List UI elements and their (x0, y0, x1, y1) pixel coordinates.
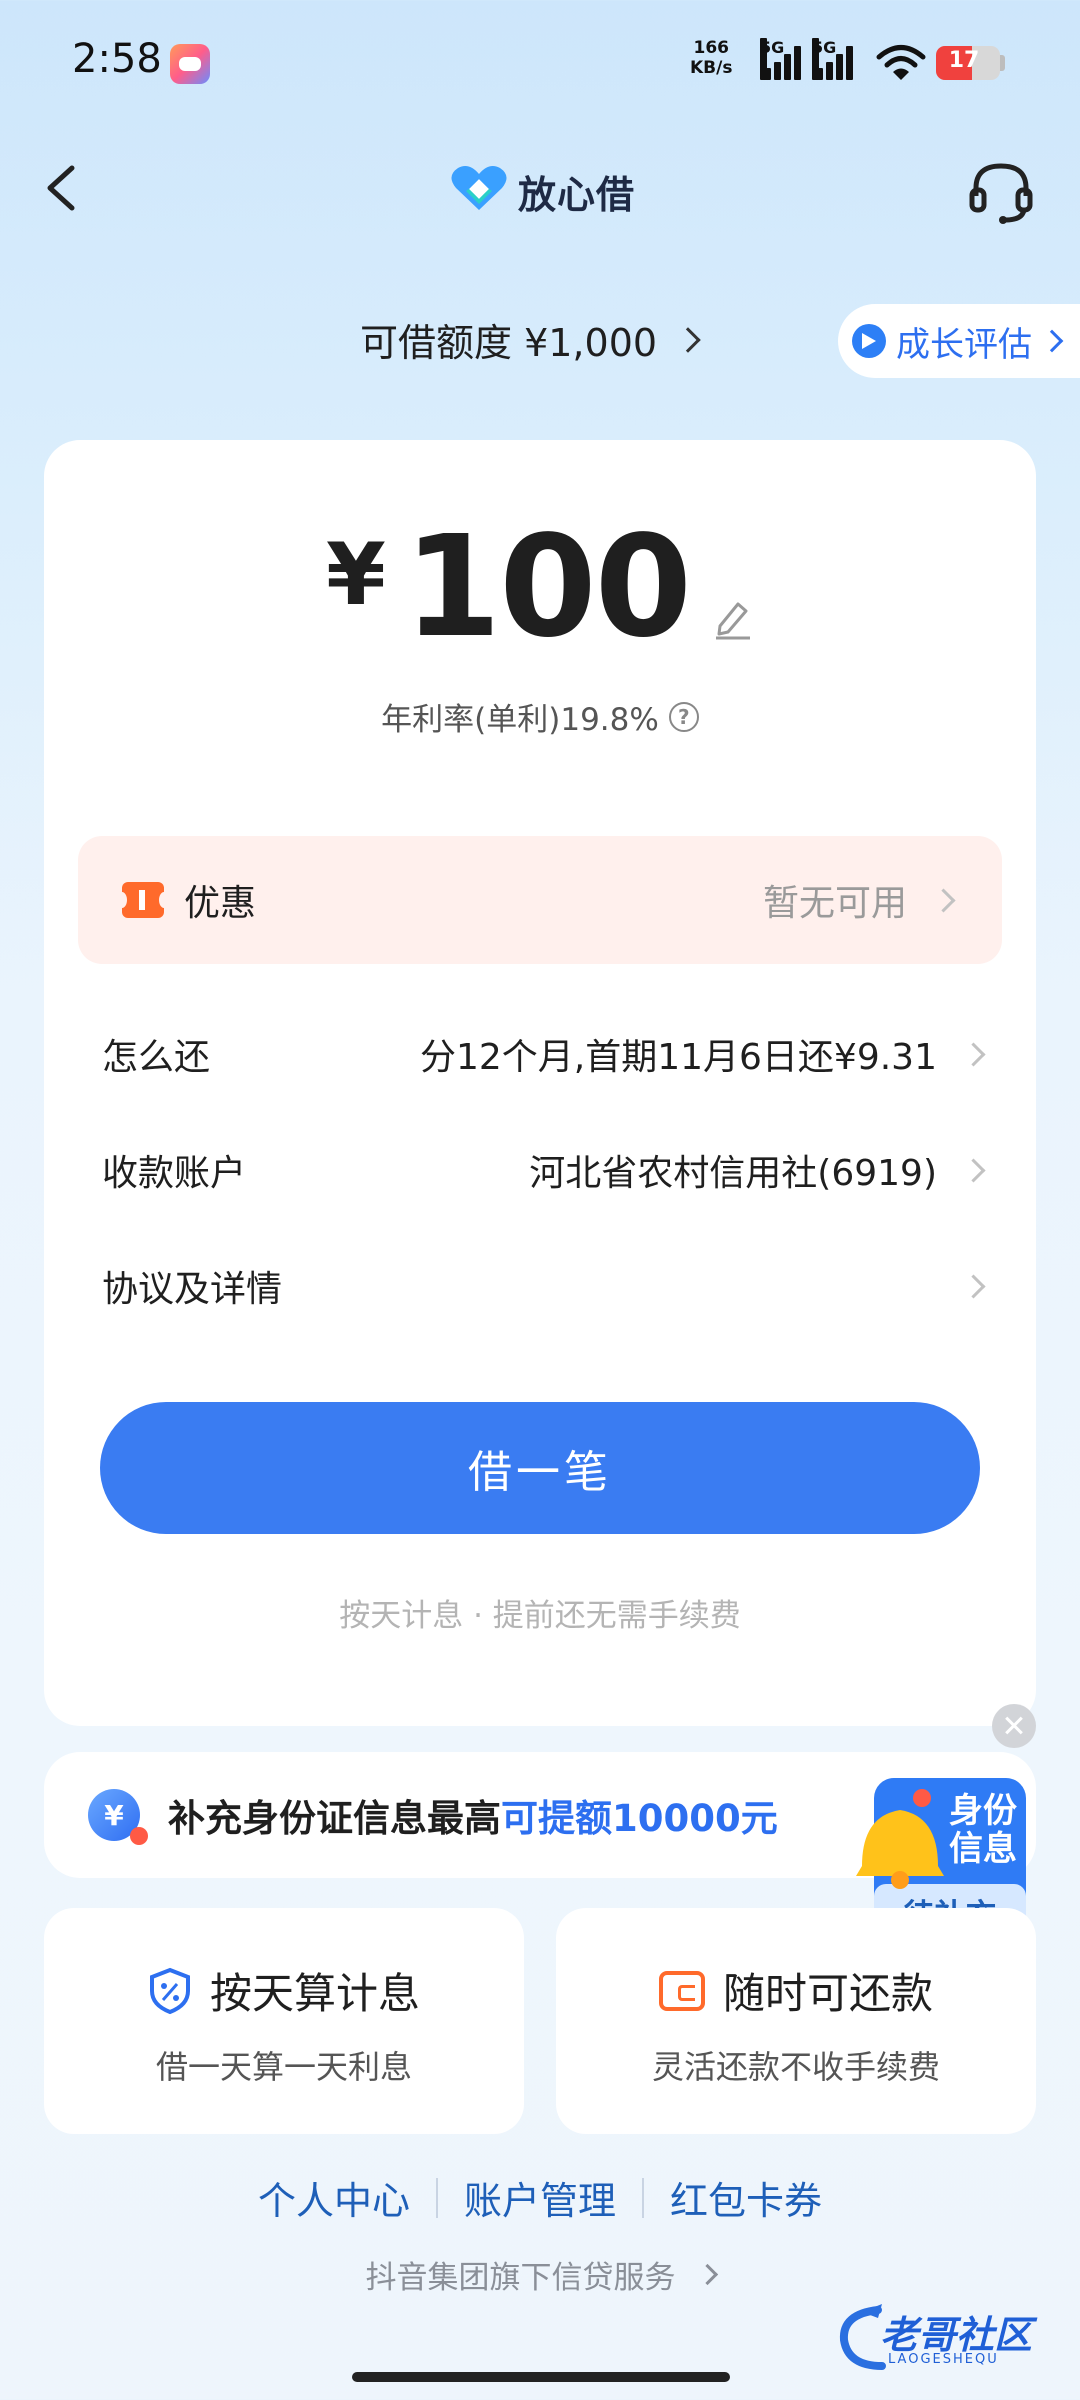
divider (435, 2177, 438, 2218)
brand-name: 放心借 (518, 173, 636, 217)
close-banner-button[interactable] (992, 1704, 1036, 1748)
yen-coin-icon: ¥ (88, 1789, 148, 1845)
repayment-plan-row[interactable]: 怎么还 分12个月,首期11月6日还¥9.31 (102, 1014, 986, 1094)
battery-icon: 17 (936, 46, 1000, 80)
id-banner-text: 补充身份证信息最高可提额10000元 (168, 1788, 778, 1842)
interest-rate-row: 年利率(单利)19.8% ? (44, 694, 1036, 739)
currency-symbol: ¥ (325, 525, 386, 625)
feature-title: 随时可还款 (722, 1969, 933, 2018)
battery-tip (1000, 55, 1005, 71)
game-app-icon (170, 44, 210, 84)
row-label: 协议及详情 (102, 1269, 283, 1310)
headset-icon[interactable] (966, 156, 1036, 226)
chevron-right-icon (961, 1157, 986, 1183)
watermark-text: 老哥社区 (880, 2313, 1033, 2357)
feature-subtitle: 借一天算一天利息 (155, 2048, 412, 2086)
growth-assessment-button[interactable]: 成长评估 (838, 304, 1080, 378)
promo-value: 暂无可用 (762, 883, 907, 924)
battery-level: 17 (948, 48, 980, 73)
watermark-logo: 老哥社区 LAOGESHEQU (838, 2300, 1064, 2376)
feature-subtitle: 灵活还款不收手续费 (651, 2048, 940, 2086)
borrow-button[interactable]: 借一笔 (100, 1402, 980, 1534)
credit-limit-text: 可借额度 ¥1,000 (360, 321, 658, 365)
receiving-account-row[interactable]: 收款账户 河北省农村信用社(6919) (102, 1130, 986, 1210)
id-banner-highlight: 可提额10000元 (501, 1797, 778, 1840)
coupons-link[interactable]: 红包卡券 (670, 2170, 822, 2225)
help-icon[interactable]: ? (668, 701, 699, 732)
heart-logo-icon (451, 166, 507, 210)
chevron-right-icon (1040, 329, 1064, 353)
watermark-subtext: LAOGESHEQU (888, 2352, 999, 2367)
row-value: 河北省农村信用社(6919) (529, 1153, 937, 1194)
row-value: 分12个月,首期11月6日还¥9.31 (419, 1037, 937, 1078)
back-chevron-icon[interactable] (36, 158, 92, 218)
footer-note-text: 抖音集团旗下信贷服务 (365, 2260, 676, 2296)
growth-icon (852, 324, 886, 358)
divider (642, 2177, 644, 2218)
badge-line-2: 信息 (949, 1829, 1017, 1869)
chevron-right-icon (961, 1273, 986, 1299)
footer-note-link[interactable]: 抖音集团旗下信贷服务 (0, 2252, 1080, 2297)
loan-amount[interactable]: 100 (404, 518, 692, 658)
row-label: 收款账户 (102, 1153, 247, 1194)
home-indicator[interactable] (352, 2372, 730, 2382)
percent-shield-icon (149, 1967, 190, 2014)
signal-icon-2: 5G (812, 38, 853, 80)
agreement-details-row[interactable]: 协议及详情 (102, 1246, 986, 1326)
edit-pencil-icon[interactable] (710, 596, 754, 640)
chevron-right-icon (696, 2263, 718, 2286)
chevron-right-icon (961, 1041, 986, 1067)
feature-card-daily-interest: 按天算计息 借一天算一天利息 (44, 1908, 524, 2134)
wifi-icon (876, 45, 926, 80)
status-time: 2:58 (72, 36, 162, 82)
coupon-icon (117, 882, 169, 918)
growth-assessment-label: 成长评估 (896, 324, 1032, 365)
chevron-right-icon (675, 326, 701, 353)
personal-center-link[interactable]: 个人中心 (258, 2170, 410, 2225)
promo-row[interactable]: 优惠 暂无可用 (78, 836, 1002, 964)
chevron-right-icon (931, 887, 956, 913)
wallet-icon (658, 1970, 705, 2011)
account-management-link[interactable]: 账户管理 (464, 2170, 616, 2225)
footer-links: 个人中心 账户管理 红包卡券 (0, 2170, 1080, 2225)
id-banner-main: 补充身份证信息最高 (168, 1797, 501, 1840)
loan-card: ¥ 100 年利率(单利)19.8% ? 优惠 暂无可用 怎么还 分12个月,首… (44, 440, 1036, 1726)
feature-title: 按天算计息 (209, 1969, 420, 2018)
signal-icon: 5G (760, 38, 801, 80)
feature-card-repay-anytime: 随时可还款 灵活还款不收手续费 (556, 1908, 1036, 2134)
network-speed-unit: KB/s (690, 58, 733, 78)
credit-limit-link[interactable]: 可借额度 ¥1,000 (360, 312, 701, 367)
network-speed-value: 166 (693, 38, 729, 58)
interest-tip: 按天计息 · 提前还无需手续费 (339, 1598, 741, 1634)
promo-label: 优惠 (184, 883, 257, 924)
interest-rate-text: 年利率(单利)19.8% (381, 702, 659, 738)
network-speed: 166 KB/s (690, 38, 732, 78)
loan-amount-area[interactable]: ¥ 100 (44, 518, 1036, 658)
row-label: 怎么还 (102, 1037, 211, 1078)
badge-line-1: 身份 (949, 1791, 1017, 1831)
